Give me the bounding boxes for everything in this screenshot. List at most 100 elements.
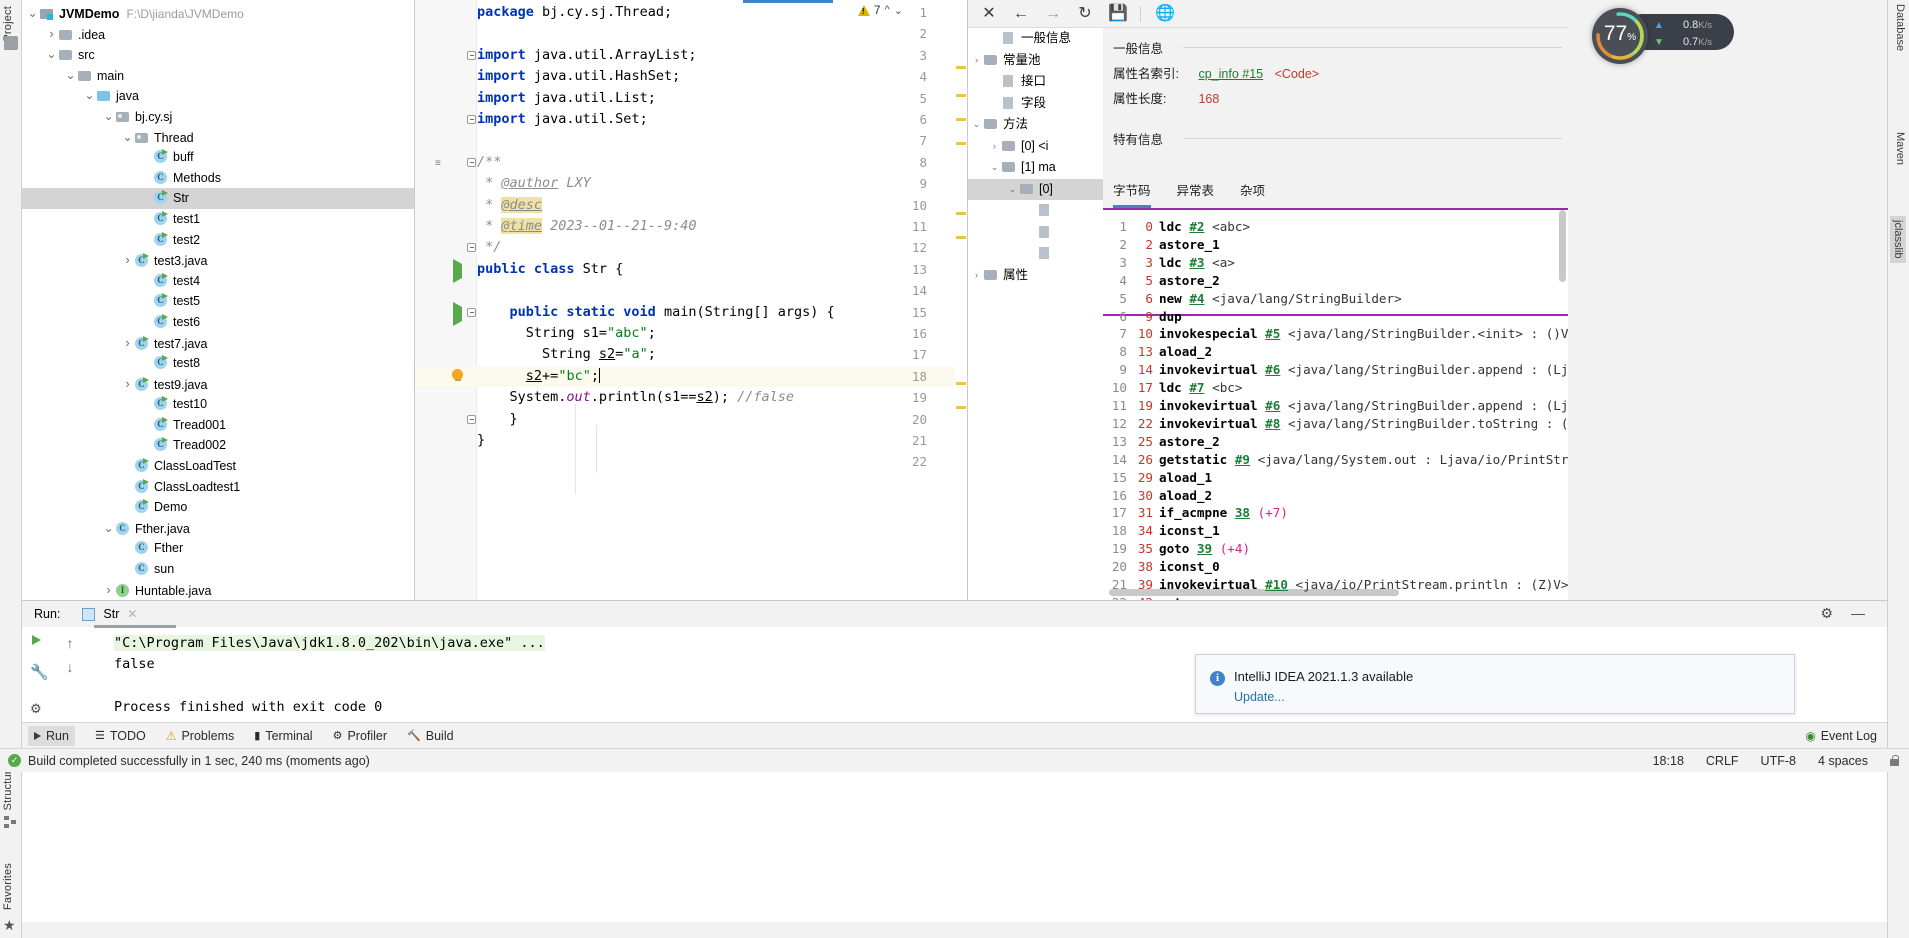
chevron-right-icon[interactable]: › [988,136,1001,158]
jclasslib-tree-item[interactable] [968,222,1103,244]
fold-toggle-icon[interactable] [467,243,476,253]
bytecode-list[interactable]: 1 0 ldc #2 <abc> 2 2 astore_1 3 3 ldc #3 <a> 4 5 as… [1103,208,1568,600]
project-tree-item[interactable]: Str [22,188,414,209]
chevron-right-icon[interactable]: › [121,333,134,354]
chevron-down-icon[interactable]: ⌄ [1006,179,1019,201]
bytecode-row[interactable]: 16 30 aload_2 [1107,487,1212,505]
project-tree-item[interactable]: ClassLoadTest [22,456,414,477]
code-editor[interactable]: 1 package bj.cy.sj.Thread; 2 3 import java.u… [415,0,967,600]
project-tree-item[interactable]: › Huntable.java [22,580,414,600]
status-indent[interactable]: 4 spaces [1818,754,1868,768]
project-tree-item[interactable]: test5 [22,291,414,312]
bytecode-ref[interactable]: #3 [1189,255,1204,270]
fold-toggle-icon[interactable] [467,50,476,60]
bytecode-row[interactable]: 20 38 iconst_0 [1107,558,1220,576]
back-icon[interactable]: ← [1012,5,1030,23]
bytecode-ref[interactable]: 38 [1235,505,1250,520]
jclasslib-tab-1[interactable]: 异常表 [1177,180,1215,208]
project-tree-item[interactable]: test8 [22,353,414,374]
bytecode-row[interactable]: 12 22 invokevirtual #8 <java/lang/StringBu… [1107,415,1568,433]
scroll-down-button[interactable]: ↓ [60,659,80,679]
jclasslib-tree-item[interactable] [968,243,1103,265]
project-tree-item[interactable]: ⌄ src [22,44,414,65]
bytecode-ref[interactable]: #9 [1235,452,1250,467]
jclasslib-tree-item[interactable]: 接口 [968,71,1103,93]
bytecode-row[interactable]: 5 6 new #4 <java/lang/StringBuilder> [1107,290,1401,308]
bytecode-row[interactable]: 8 13 aload_2 [1107,343,1212,361]
status-encoding[interactable]: UTF-8 [1761,754,1796,768]
chevron-down-icon[interactable]: ⌄ [102,518,115,539]
jclasslib-tree-item[interactable]: 字段 [968,93,1103,115]
project-tree-item[interactable]: ⌄ bj.cy.sj [22,106,414,127]
editor-warning-indicator[interactable]: 7 ^ ⌄ [857,3,903,17]
bytecode-ref[interactable]: 39 [1197,541,1212,556]
jclasslib-tab-0[interactable]: 字节码 [1113,180,1151,208]
project-tree-item[interactable]: › .idea [22,24,414,45]
jclasslib-tree-item[interactable]: ⌄ [0] [968,178,1103,201]
browser-icon[interactable]: 🌐 [1155,5,1175,23]
project-tree-item[interactable]: ⌄ JVMDemo F:\D\jianda\JVMDemo [22,3,414,24]
jclasslib-tabs[interactable]: 字节码 异常表 杂项 [1113,180,1265,208]
project-tree-item[interactable]: › test9.java [22,374,414,395]
tool-tab-build[interactable]: 🔨 Build [407,729,454,743]
bytecode-row[interactable]: 15 29 aload_1 [1107,469,1212,487]
chevron-down-icon[interactable]: ⌄ [83,85,96,106]
bytecode-row[interactable]: 4 5 astore_2 [1107,272,1219,290]
sidebar-tab-favorites[interactable]: Favorites [2,863,14,910]
reload-icon[interactable]: ↻ [1076,5,1094,23]
editor-marker-strip[interactable] [955,22,967,600]
bytecode-row[interactable]: 19 35 goto 39 (+4) [1107,540,1250,558]
jclasslib-tree-item[interactable]: ⌄ 方法 [968,114,1103,136]
update-link[interactable]: Update... [1234,690,1285,704]
chevron-down-icon[interactable]: ⌄ [64,65,77,86]
fold-toggle-icon[interactable] [467,115,476,124]
next-problem-icon[interactable]: ⌄ [894,4,903,17]
tool-tab-terminal[interactable]: ▮ Terminal [254,729,312,743]
chevron-right-icon[interactable]: › [45,24,58,45]
minimize-icon[interactable]: — [1851,605,1865,621]
bytecode-ref[interactable]: #4 [1189,291,1204,306]
bytecode-row[interactable]: 10 17 ldc #7 <bc> [1107,379,1243,397]
bytecode-ref[interactable]: #7 [1189,380,1204,395]
project-tree-item[interactable]: › test7.java [22,333,414,354]
bytecode-row[interactable]: 6 9 dup [1107,308,1181,326]
chevron-right-icon[interactable]: › [102,580,115,600]
chevron-down-icon[interactable]: ⌄ [970,114,983,136]
tool-tab-problems[interactable]: ⚠ Problems [166,729,235,743]
chevron-down-icon[interactable]: ⌄ [102,106,115,127]
project-tree-item[interactable]: ⌄ java [22,85,414,106]
attr-name-index-value[interactable]: cp_info #15 [1198,67,1263,81]
bytecode-row[interactable]: 17 31 if_acmpne 38 (+7) [1107,504,1288,522]
print-icon[interactable]: ⚙ [30,701,50,721]
run-gutter-icon[interactable] [453,301,465,326]
project-tree-item[interactable]: Methods [22,168,414,189]
project-tree-item[interactable]: buff [22,147,414,168]
intention-bulb-icon[interactable] [451,368,464,384]
jclasslib-tree-item[interactable]: ⌄ [1] ma [968,157,1103,179]
jclasslib-tree-item[interactable] [968,200,1103,222]
bytecode-ref[interactable]: #10 [1265,577,1288,592]
jclasslib-tree-item[interactable]: › 属性 [968,265,1103,287]
update-notification[interactable]: i IntelliJ IDEA 2021.1.3 available Updat… [1195,654,1795,714]
project-tree-item[interactable]: Tread001 [22,415,414,436]
project-tree-item[interactable]: test2 [22,230,414,251]
chevron-right-icon[interactable]: › [121,374,134,395]
fold-toggle-icon[interactable] [467,414,476,424]
bytecode-row[interactable]: 21 39 invokevirtual #10 <java/io/PrintStre… [1107,576,1568,594]
right-tab-database[interactable]: Database [1894,4,1906,51]
bytecode-ref[interactable]: #5 [1265,326,1280,341]
bytecode-row[interactable]: 18 34 iconst_1 [1107,522,1220,540]
wrench-icon[interactable]: 🔧 [30,663,50,683]
bytecode-row[interactable]: 2 2 astore_1 [1107,236,1219,254]
jclasslib-tree-item[interactable]: 一般信息 [968,28,1103,50]
project-tree-item[interactable]: test1 [22,209,414,230]
bytecode-row[interactable]: 11 19 invokevirtual #6 <java/lang/StringBu… [1107,397,1568,415]
tool-tab-todo[interactable]: ☰ TODO [95,729,146,743]
cpu-network-widget[interactable]: 77% ▲ 0.8K/s ▼ 0.7K/s [1592,8,1742,64]
chevron-down-icon[interactable]: ⌄ [45,44,58,65]
jclasslib-tree-item[interactable]: › 常量池 [968,50,1103,72]
bytecode-ref[interactable]: #6 [1265,398,1280,413]
project-tree-item[interactable]: test4 [22,271,414,292]
bytecode-ref[interactable]: #2 [1189,219,1204,234]
chevron-right-icon[interactable]: › [970,265,983,287]
